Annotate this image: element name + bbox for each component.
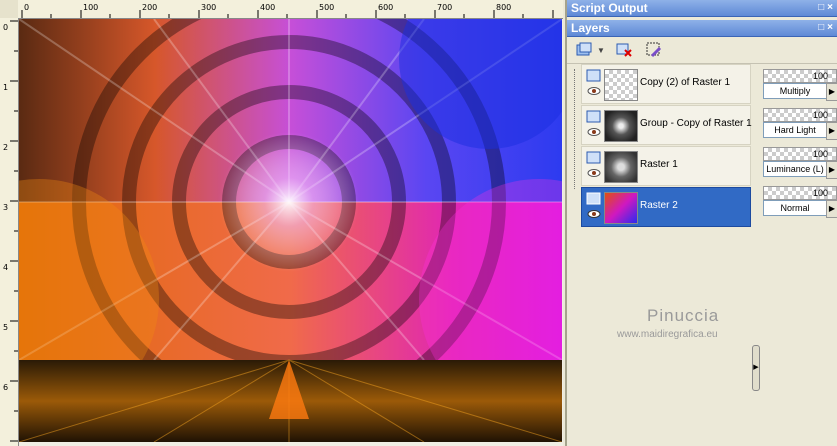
eye-icon[interactable] [586, 110, 602, 140]
blend-mode-select[interactable]: Hard Light [763, 122, 827, 138]
ruler-label: 6 [3, 383, 9, 392]
opacity-slider[interactable]: 100 [763, 147, 837, 161]
ruler-label: 0 [24, 3, 30, 12]
ruler-label: 100 [83, 3, 99, 12]
layer-thumbnail [604, 151, 638, 183]
watermark-url: www.maidiregrafica.eu [617, 329, 718, 340]
layer-prop: 100 Normal ▶ [761, 184, 837, 223]
collapse-arrow-icon[interactable]: ▶ [752, 345, 760, 391]
script-output-title: Script Output [571, 1, 648, 15]
image-editor-area: 0 100 200 300 400 500 600 700 800 0 1 2 … [0, 0, 563, 446]
ruler-label: 600 [378, 3, 394, 12]
ruler-label: 1 [3, 83, 9, 92]
layer-thumbnail [604, 192, 638, 224]
ruler-label: 2 [3, 143, 9, 152]
ruler-label: 700 [437, 3, 453, 12]
layer-properties-column: 100 Multiply ▶ 100 Hard Light ▶ 100 Lumi… [761, 67, 837, 223]
opacity-value: 100 [812, 110, 828, 120]
watermark-name: Pinuccia [647, 306, 720, 325]
panel-buttons[interactable]: □× [818, 20, 836, 36]
ruler-label: 200 [142, 3, 158, 12]
blend-mode-select[interactable]: Luminance (L) [763, 161, 827, 177]
layer-thumbnail [604, 69, 638, 101]
chevron-right-icon[interactable]: ▶ [826, 200, 837, 218]
opacity-value: 100 [812, 149, 828, 159]
layer-row[interactable]: Raster 1 [581, 146, 751, 186]
opacity-value: 100 [812, 71, 828, 81]
eye-icon[interactable] [586, 192, 602, 222]
panel-buttons[interactable]: □× [818, 0, 836, 16]
ruler-label: 400 [260, 3, 276, 12]
eye-icon[interactable] [586, 69, 602, 99]
layer-prop: 100 Multiply ▶ [761, 67, 837, 106]
opacity-slider[interactable]: 100 [763, 69, 837, 83]
ruler-label: 5 [3, 323, 9, 332]
ruler-corner [0, 0, 19, 19]
layer-row[interactable]: Raster 2 [581, 187, 751, 227]
layer-row[interactable]: Group - Copy of Raster 1 [581, 105, 752, 145]
script-output-titlebar[interactable]: Script Output □× [567, 0, 837, 17]
ruler-label: 800 [496, 3, 512, 12]
ruler-label: 4 [3, 263, 9, 272]
chevron-right-icon[interactable]: ▶ [826, 83, 837, 101]
layer-name: Group - Copy of Raster 1 [640, 118, 752, 129]
layer-name: Raster 2 [640, 200, 678, 211]
chevron-right-icon[interactable]: ▶ [826, 122, 837, 140]
chevron-right-icon[interactable]: ▶ [826, 161, 837, 179]
blend-mode-select[interactable]: Normal [763, 200, 827, 216]
right-panels: Script Output □× Layers □× ▼ Copy (2) of [565, 0, 837, 446]
delete-layer-icon[interactable] [613, 40, 635, 60]
blend-mode-select[interactable]: Multiply [763, 83, 827, 99]
new-layer-icon[interactable] [573, 40, 595, 60]
ruler-label: 500 [319, 3, 335, 12]
ruler-horizontal: 0 100 200 300 400 500 600 700 800 [18, 0, 563, 19]
ruler-label: 3 [3, 203, 9, 212]
eye-icon[interactable] [586, 151, 602, 181]
layer-properties-icon[interactable] [643, 40, 665, 60]
ruler-label: 300 [201, 3, 217, 12]
layers-title: Layers [571, 21, 610, 35]
opacity-value: 100 [812, 188, 828, 198]
image-canvas[interactable] [19, 19, 562, 442]
opacity-slider[interactable]: 100 [763, 186, 837, 200]
layer-prop: 100 Luminance (L) ▶ [761, 145, 837, 184]
layers-toolbar: ▼ [567, 37, 837, 64]
layer-name: Raster 1 [640, 159, 678, 170]
layer-name: Copy (2) of Raster 1 [640, 77, 731, 88]
layer-prop: 100 Hard Light ▶ [761, 106, 837, 145]
ruler-vertical: 0 1 2 3 4 5 6 [0, 18, 19, 446]
layer-thumbnail [604, 110, 638, 142]
layer-row[interactable]: Copy (2) of Raster 1 [581, 64, 751, 104]
layer-list: Copy (2) of Raster 1 Group - Copy of Ras… [581, 63, 752, 227]
chevron-down-icon[interactable]: ▼ [597, 46, 605, 55]
opacity-slider[interactable]: 100 [763, 108, 837, 122]
ruler-label: 0 [3, 23, 9, 32]
tree-connector [574, 69, 576, 189]
layers-titlebar[interactable]: Layers □× [567, 20, 837, 37]
